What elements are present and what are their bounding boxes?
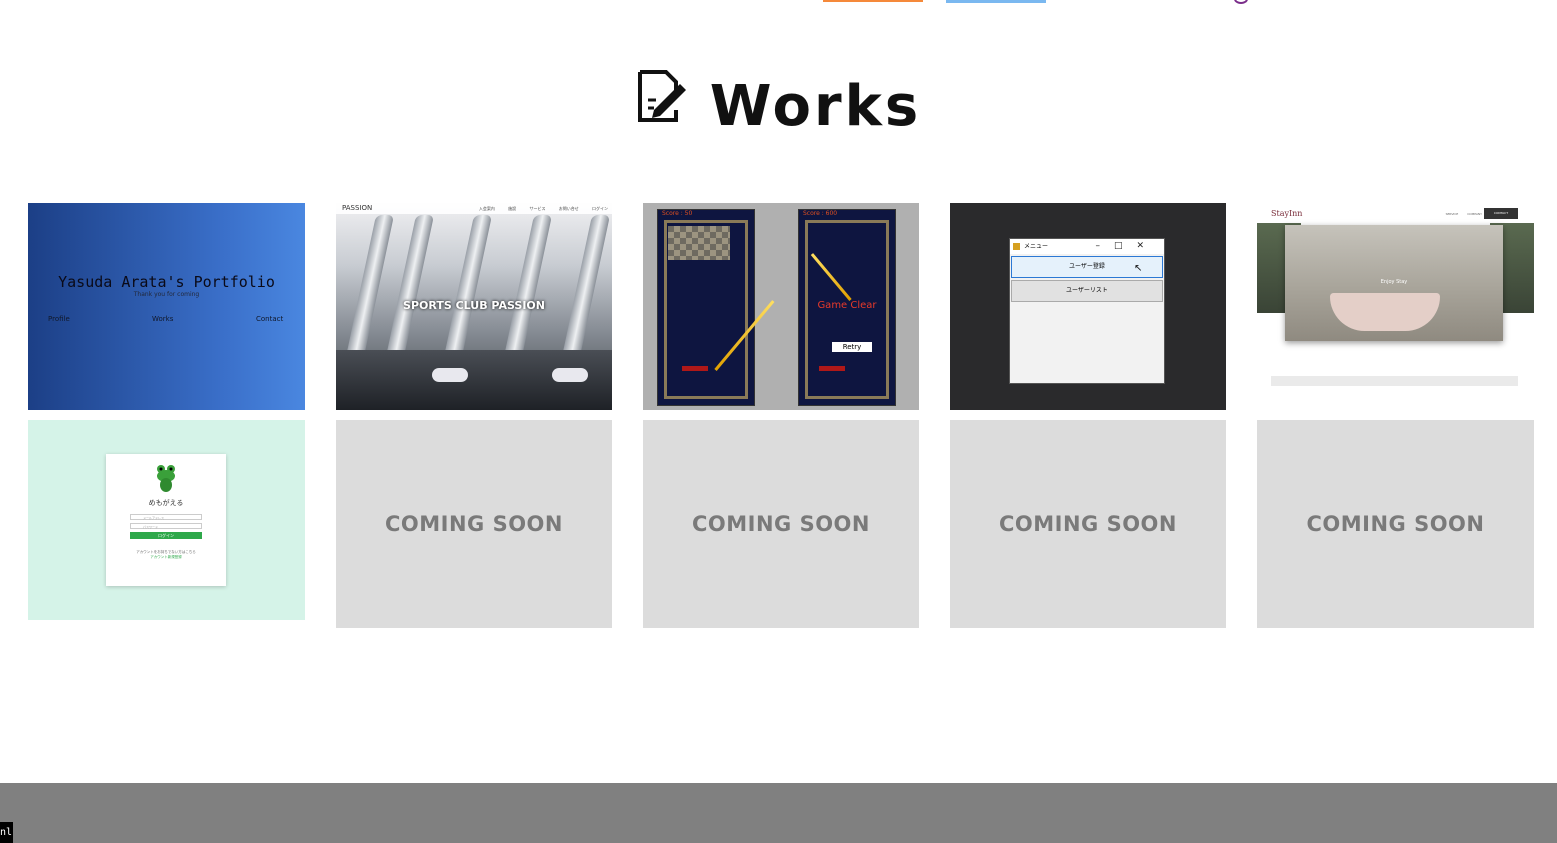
sports-thumb-logo: PASSION [342, 204, 373, 212]
portfolio-thumb-nav-profile: Profile [48, 315, 70, 323]
game-screen-clear: Score : 600 Game Clear Retry [798, 209, 896, 406]
page-title-text: Works [709, 73, 922, 139]
portfolio-thumb-title: Yasuda Arata's Portfolio [58, 273, 275, 291]
work-card-block-game[interactable]: Score : 50 Score : 600 Game Clear Retry [643, 203, 919, 410]
portfolio-thumb-nav-contact: Contact [256, 315, 284, 323]
game-paddle [682, 366, 708, 371]
app-userlist-button: ユーザーリスト [1011, 280, 1163, 302]
stayinn-welcome: Enjoy Stay [1380, 279, 1408, 285]
runner-shoe [432, 368, 468, 382]
stayinn-contact-button: CONTACT [1484, 208, 1518, 219]
stayinn-hero-photo: Enjoy Stay [1285, 225, 1503, 341]
app-icon [1013, 243, 1020, 250]
nav-accent-blue [946, 0, 1046, 3]
mouse-cursor-icon: ↖ [1134, 263, 1143, 274]
page-title: Works [0, 69, 1557, 139]
portfolio-thumb-subtitle: Thank you for coming [133, 291, 200, 298]
memogaeru-password-field: パスワード [130, 523, 202, 529]
memogaeru-signup-note: アカウントをお持ちでない方はこちら アカウント新規登録 [106, 550, 226, 560]
work-card-portfolio[interactable]: Yasuda Arata's Portfolio Thank you for c… [28, 203, 305, 410]
work-card-coming-soon: COMING SOON [950, 420, 1226, 628]
edit-document-icon [636, 69, 688, 136]
stayinn-nav: SERVICE COMPANY [1445, 212, 1482, 216]
game-blocks [668, 226, 730, 260]
sports-thumb-banner: SPORTS CLUB PASSION [403, 299, 545, 312]
portfolio-thumb-nav-works: Works [152, 315, 174, 323]
corner-tag: nl [0, 822, 13, 843]
game-score-right: Score : 600 [803, 210, 838, 217]
frog-icon [157, 465, 175, 492]
coming-soon-label: COMING SOON [998, 512, 1177, 536]
nav-accent-orange [823, 0, 923, 2]
game-screen-playing: Score : 50 [657, 209, 775, 406]
coming-soon-label: COMING SOON [691, 512, 870, 536]
work-card-coming-soon: COMING SOON [336, 420, 612, 628]
work-card-sports-club[interactable]: PASSION 入会案内 施設 サービス お問い合せ ログイン SPORTS C… [336, 203, 612, 410]
stayinn-header: StayInn SERVICE COMPANY CONTACT [1257, 203, 1534, 223]
game-clear-text: Game Clear [817, 300, 877, 311]
window-controls-icon: –□✕ [1095, 241, 1158, 251]
app-window-title: メニュー [1024, 243, 1049, 250]
coming-soon-label: COMING SOON [1306, 512, 1485, 536]
game-score-left: Score : 50 [662, 210, 693, 217]
sports-thumb-header: PASSION 入会案内 施設 サービス お問い合せ ログイン [336, 203, 612, 214]
bathtub [1330, 293, 1440, 331]
work-card-stayinn[interactable]: StayInn SERVICE COMPANY CONTACT Enjoy St… [1257, 203, 1534, 410]
memogaeru-login-button: ログイン [130, 532, 202, 539]
app-window-titlebar: メニュー –□✕ [1010, 239, 1164, 254]
stayinn-logo: StayInn [1271, 209, 1303, 218]
memogaeru-app-name: めもがえる [148, 499, 184, 507]
coming-soon-label: COMING SOON [384, 512, 563, 536]
nav-accent-purple [1234, 0, 1248, 4]
work-card-coming-soon: COMING SOON [1257, 420, 1534, 628]
stayinn-section-bar [1271, 376, 1518, 386]
memogaeru-email-field: メールアドレス [130, 514, 202, 520]
login-box: めもがえる メールアドレス パスワード ログイン アカウントをお持ちでない方はこ… [106, 454, 226, 586]
memogaeru-signup-link: アカウント新規登録 [150, 555, 182, 559]
work-card-coming-soon: COMING SOON [643, 420, 919, 628]
app-window: メニュー –□✕ ユーザー登録 ユーザーリスト ↖ [1009, 238, 1165, 384]
game-paddle [819, 366, 845, 371]
game-retry-button: Retry [832, 342, 872, 352]
work-card-memogaeru[interactable]: めもがえる メールアドレス パスワード ログイン アカウントをお持ちでない方はこ… [28, 420, 305, 620]
page-footer [0, 783, 1557, 843]
work-card-menu-app[interactable]: メニュー –□✕ ユーザー登録 ユーザーリスト ↖ [950, 203, 1226, 410]
runner-shoe [552, 368, 588, 382]
sports-thumb-nav: 入会案内 施設 サービス お問い合せ ログイン [478, 206, 608, 211]
